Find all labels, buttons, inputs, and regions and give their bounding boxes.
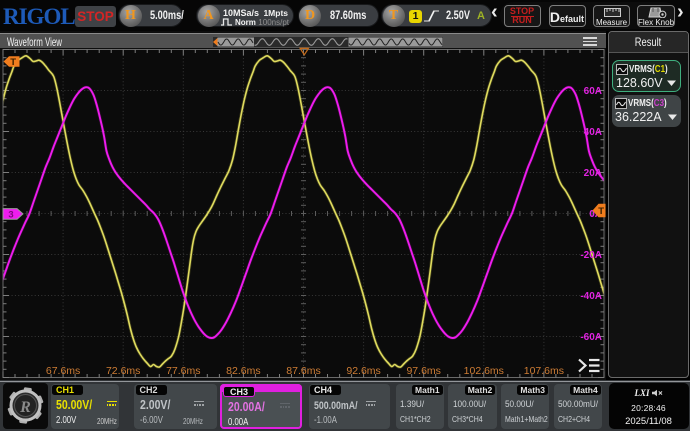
svg-text:-60A: -60A [580, 332, 602, 343]
svg-text:T: T [10, 57, 16, 68]
svg-text:102.6ms: 102.6ms [464, 365, 504, 377]
svg-text:-20A: -20A [580, 250, 602, 261]
svg-text:107.6ms: 107.6ms [524, 365, 564, 377]
svg-text:-40A: -40A [580, 291, 602, 302]
svg-text:3: 3 [8, 210, 13, 221]
svg-text:82.6ms: 82.6ms [226, 365, 260, 377]
svg-text:40A: 40A [584, 127, 602, 138]
svg-text:77.6ms: 77.6ms [166, 365, 200, 377]
svg-text:T: T [598, 206, 604, 217]
svg-text:60A: 60A [584, 86, 602, 97]
svg-text:97.6ms: 97.6ms [406, 365, 440, 377]
svg-text:87.6ms: 87.6ms [286, 365, 320, 377]
svg-text:20A: 20A [584, 168, 602, 179]
svg-text:67.6ms: 67.6ms [46, 365, 80, 377]
svg-text:72.6ms: 72.6ms [106, 365, 140, 377]
svg-text:R: R [19, 399, 31, 416]
svg-text:92.6ms: 92.6ms [346, 365, 380, 377]
